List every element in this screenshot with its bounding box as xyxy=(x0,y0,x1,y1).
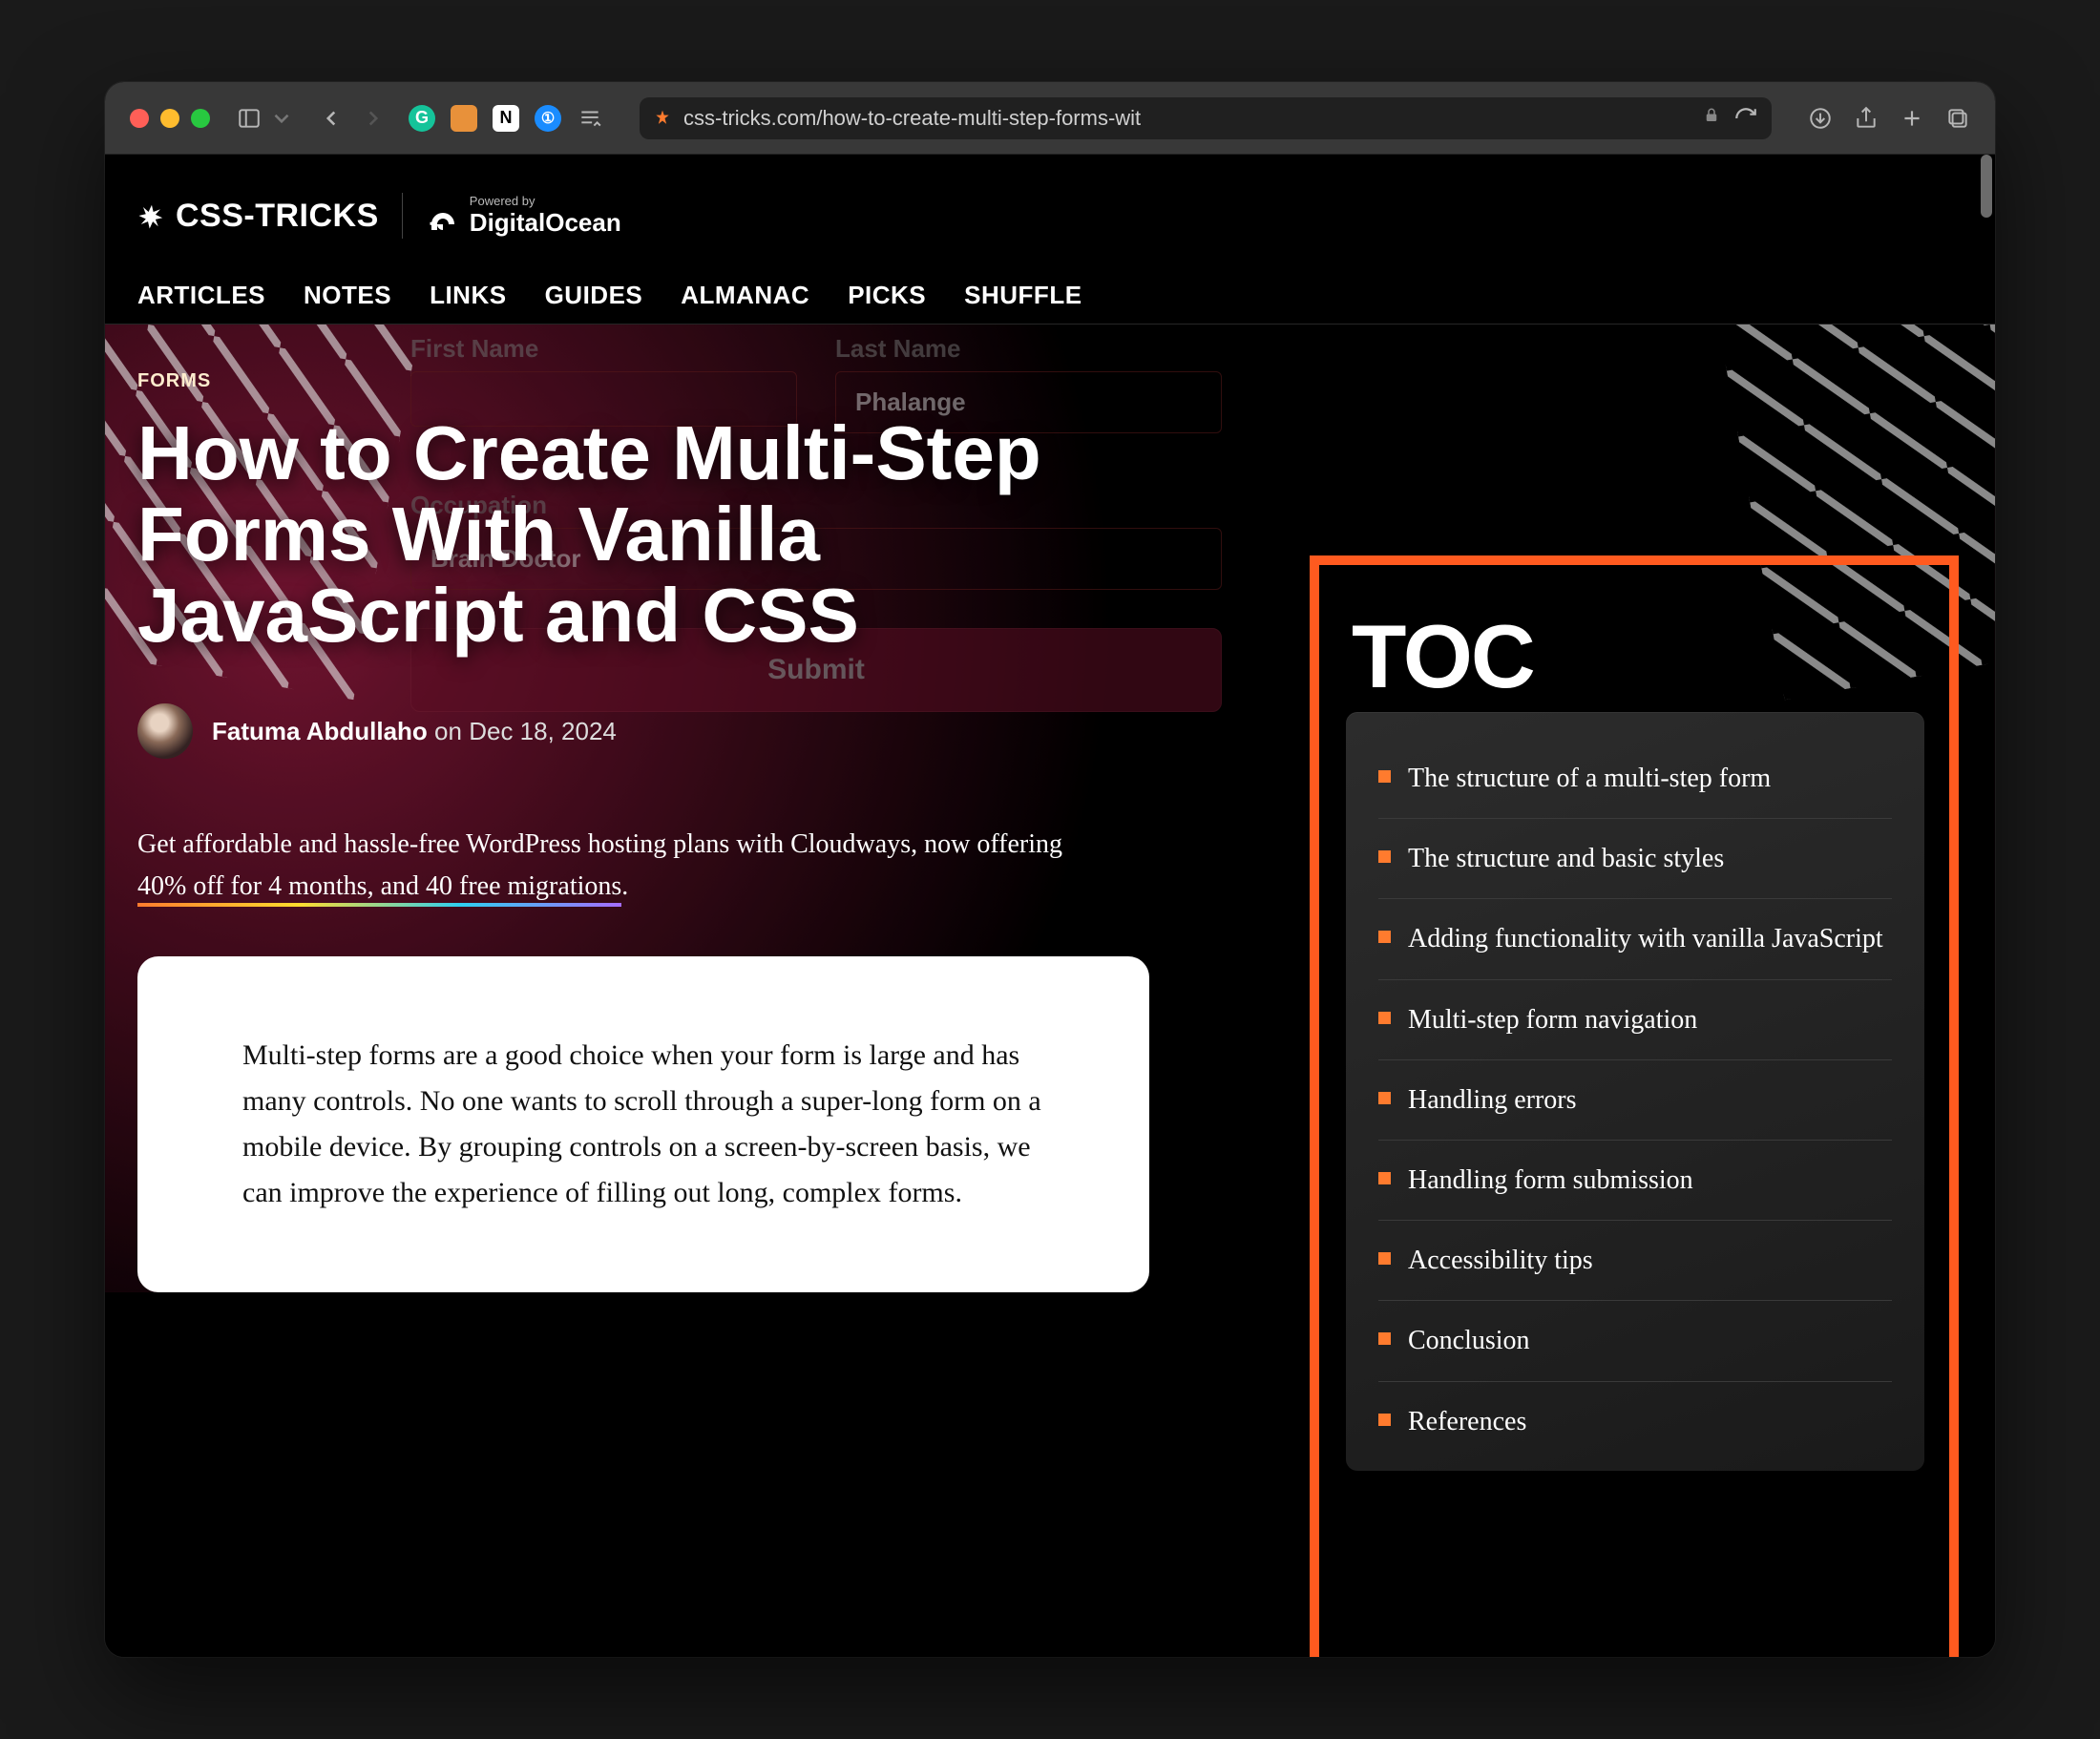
bullet-icon xyxy=(1378,770,1391,783)
dropdown-chevron-icon[interactable] xyxy=(269,106,294,131)
site-favicon xyxy=(653,109,672,128)
toc-heading: TOC xyxy=(1346,605,1924,708)
maximize-window-button[interactable] xyxy=(191,109,210,128)
notion-extension-icon[interactable]: N xyxy=(493,105,519,132)
bullet-icon xyxy=(1378,1092,1391,1104)
powered-by-name: DigitalOcean xyxy=(470,208,621,238)
titlebar: G N ① css-tricks.com/how-to-create-multi… xyxy=(105,82,1995,155)
digitalocean-logo[interactable]: Powered by DigitalOcean xyxy=(426,194,621,238)
sidebar-toggle-icon[interactable] xyxy=(237,106,262,131)
1password-extension-icon[interactable]: ① xyxy=(535,105,561,132)
bullet-icon xyxy=(1378,1172,1391,1184)
toc-item[interactable]: The structure and basic styles xyxy=(1378,819,1892,899)
site-logo[interactable]: CSS-TRICKS xyxy=(137,198,379,235)
close-window-button[interactable] xyxy=(130,109,149,128)
bullet-icon xyxy=(1378,1252,1391,1265)
url-text: css-tricks.com/how-to-create-multi-step-… xyxy=(683,106,1141,131)
forward-button[interactable] xyxy=(361,106,386,131)
refresh-icon[interactable] xyxy=(1733,106,1758,131)
toc-item[interactable]: Multi-step form navigation xyxy=(1378,980,1892,1060)
share-icon[interactable] xyxy=(1854,106,1879,131)
bg-first-name-label: First Name xyxy=(410,334,797,364)
site-name: CSS-TRICKS xyxy=(176,198,379,235)
minimize-window-button[interactable] xyxy=(160,109,179,128)
byline: Fatuma Abdullaho on Dec 18, 2024 xyxy=(212,717,617,746)
author-avatar[interactable] xyxy=(137,703,193,759)
scrollbar-thumb[interactable] xyxy=(1981,155,1992,218)
promo-lead: Get affordable and hassle-free WordPress… xyxy=(137,829,1062,859)
bullet-icon xyxy=(1378,931,1391,943)
nav-guides[interactable]: GUIDES xyxy=(545,281,643,310)
category-eyebrow[interactable]: FORMS xyxy=(137,370,1149,392)
grammarly-extension-icon[interactable]: G xyxy=(409,105,435,132)
site-header: CSS-TRICKS Powered by DigitalOcean xyxy=(105,155,1995,258)
nav-notes[interactable]: NOTES xyxy=(304,281,391,310)
table-of-contents: TOC The structure of a multi-step form T… xyxy=(1346,605,1924,1471)
back-button[interactable] xyxy=(319,106,344,131)
reader-extension-icon[interactable] xyxy=(577,105,603,132)
toc-item[interactable]: The structure of a multi-step form xyxy=(1378,739,1892,819)
digitalocean-icon xyxy=(426,199,460,233)
tab-overview-icon[interactable] xyxy=(1945,106,1970,131)
nav-links[interactable]: LINKS xyxy=(430,281,507,310)
toc-card: The structure of a multi-step form The s… xyxy=(1346,712,1924,1471)
extensions: G N ① xyxy=(409,105,603,132)
nav-articles[interactable]: ARTICLES xyxy=(137,281,265,310)
window-controls xyxy=(130,109,210,128)
article-body: Multi-step forms are a good choice when … xyxy=(137,956,1149,1292)
bullet-icon xyxy=(1378,1012,1391,1024)
nav-almanac[interactable]: ALMANAC xyxy=(681,281,809,310)
author-name[interactable]: Fatuma Abdullaho xyxy=(212,717,428,745)
bullet-icon xyxy=(1378,1332,1391,1345)
toc-item[interactable]: Accessibility tips xyxy=(1378,1221,1892,1301)
asterisk-icon xyxy=(137,201,166,230)
new-tab-icon[interactable] xyxy=(1900,106,1924,131)
toc-item[interactable]: Handling form submission xyxy=(1378,1141,1892,1221)
toc-item[interactable]: References xyxy=(1378,1382,1892,1461)
bullet-icon xyxy=(1378,850,1391,863)
publish-date: Dec 18, 2024 xyxy=(469,717,617,745)
browser-window: G N ① css-tricks.com/how-to-create-multi… xyxy=(105,82,1995,1657)
page-content: CSS-TRICKS Powered by DigitalOcean ARTIC… xyxy=(105,155,1995,1657)
toc-item[interactable]: Adding functionality with vanilla JavaSc… xyxy=(1378,899,1892,979)
main-nav: ARTICLES NOTES LINKS GUIDES ALMANAC PICK… xyxy=(105,258,1995,325)
divider xyxy=(402,193,403,239)
address-bar[interactable]: css-tricks.com/how-to-create-multi-step-… xyxy=(640,97,1772,139)
article-paragraph: Multi-step forms are a good choice when … xyxy=(242,1033,1044,1216)
bullet-icon xyxy=(1378,1414,1391,1426)
promo-banner: Get affordable and hassle-free WordPress… xyxy=(137,824,1111,907)
nav-picks[interactable]: PICKS xyxy=(848,281,926,310)
powered-by-label: Powered by xyxy=(470,194,621,208)
bg-last-name-label: Last Name xyxy=(835,334,1222,364)
toc-item[interactable]: Handling errors xyxy=(1378,1060,1892,1141)
downloads-icon[interactable] xyxy=(1808,106,1833,131)
extension-icon[interactable] xyxy=(451,105,477,132)
nav-shuffle[interactable]: SHUFFLE xyxy=(964,281,1082,310)
promo-highlight-link[interactable]: 40% off for 4 months, and 40 free migrat… xyxy=(137,871,621,907)
article-title: How to Create Multi-Step Forms With Vani… xyxy=(137,413,1149,656)
lock-icon xyxy=(1703,107,1720,129)
toc-item[interactable]: Conclusion xyxy=(1378,1301,1892,1381)
